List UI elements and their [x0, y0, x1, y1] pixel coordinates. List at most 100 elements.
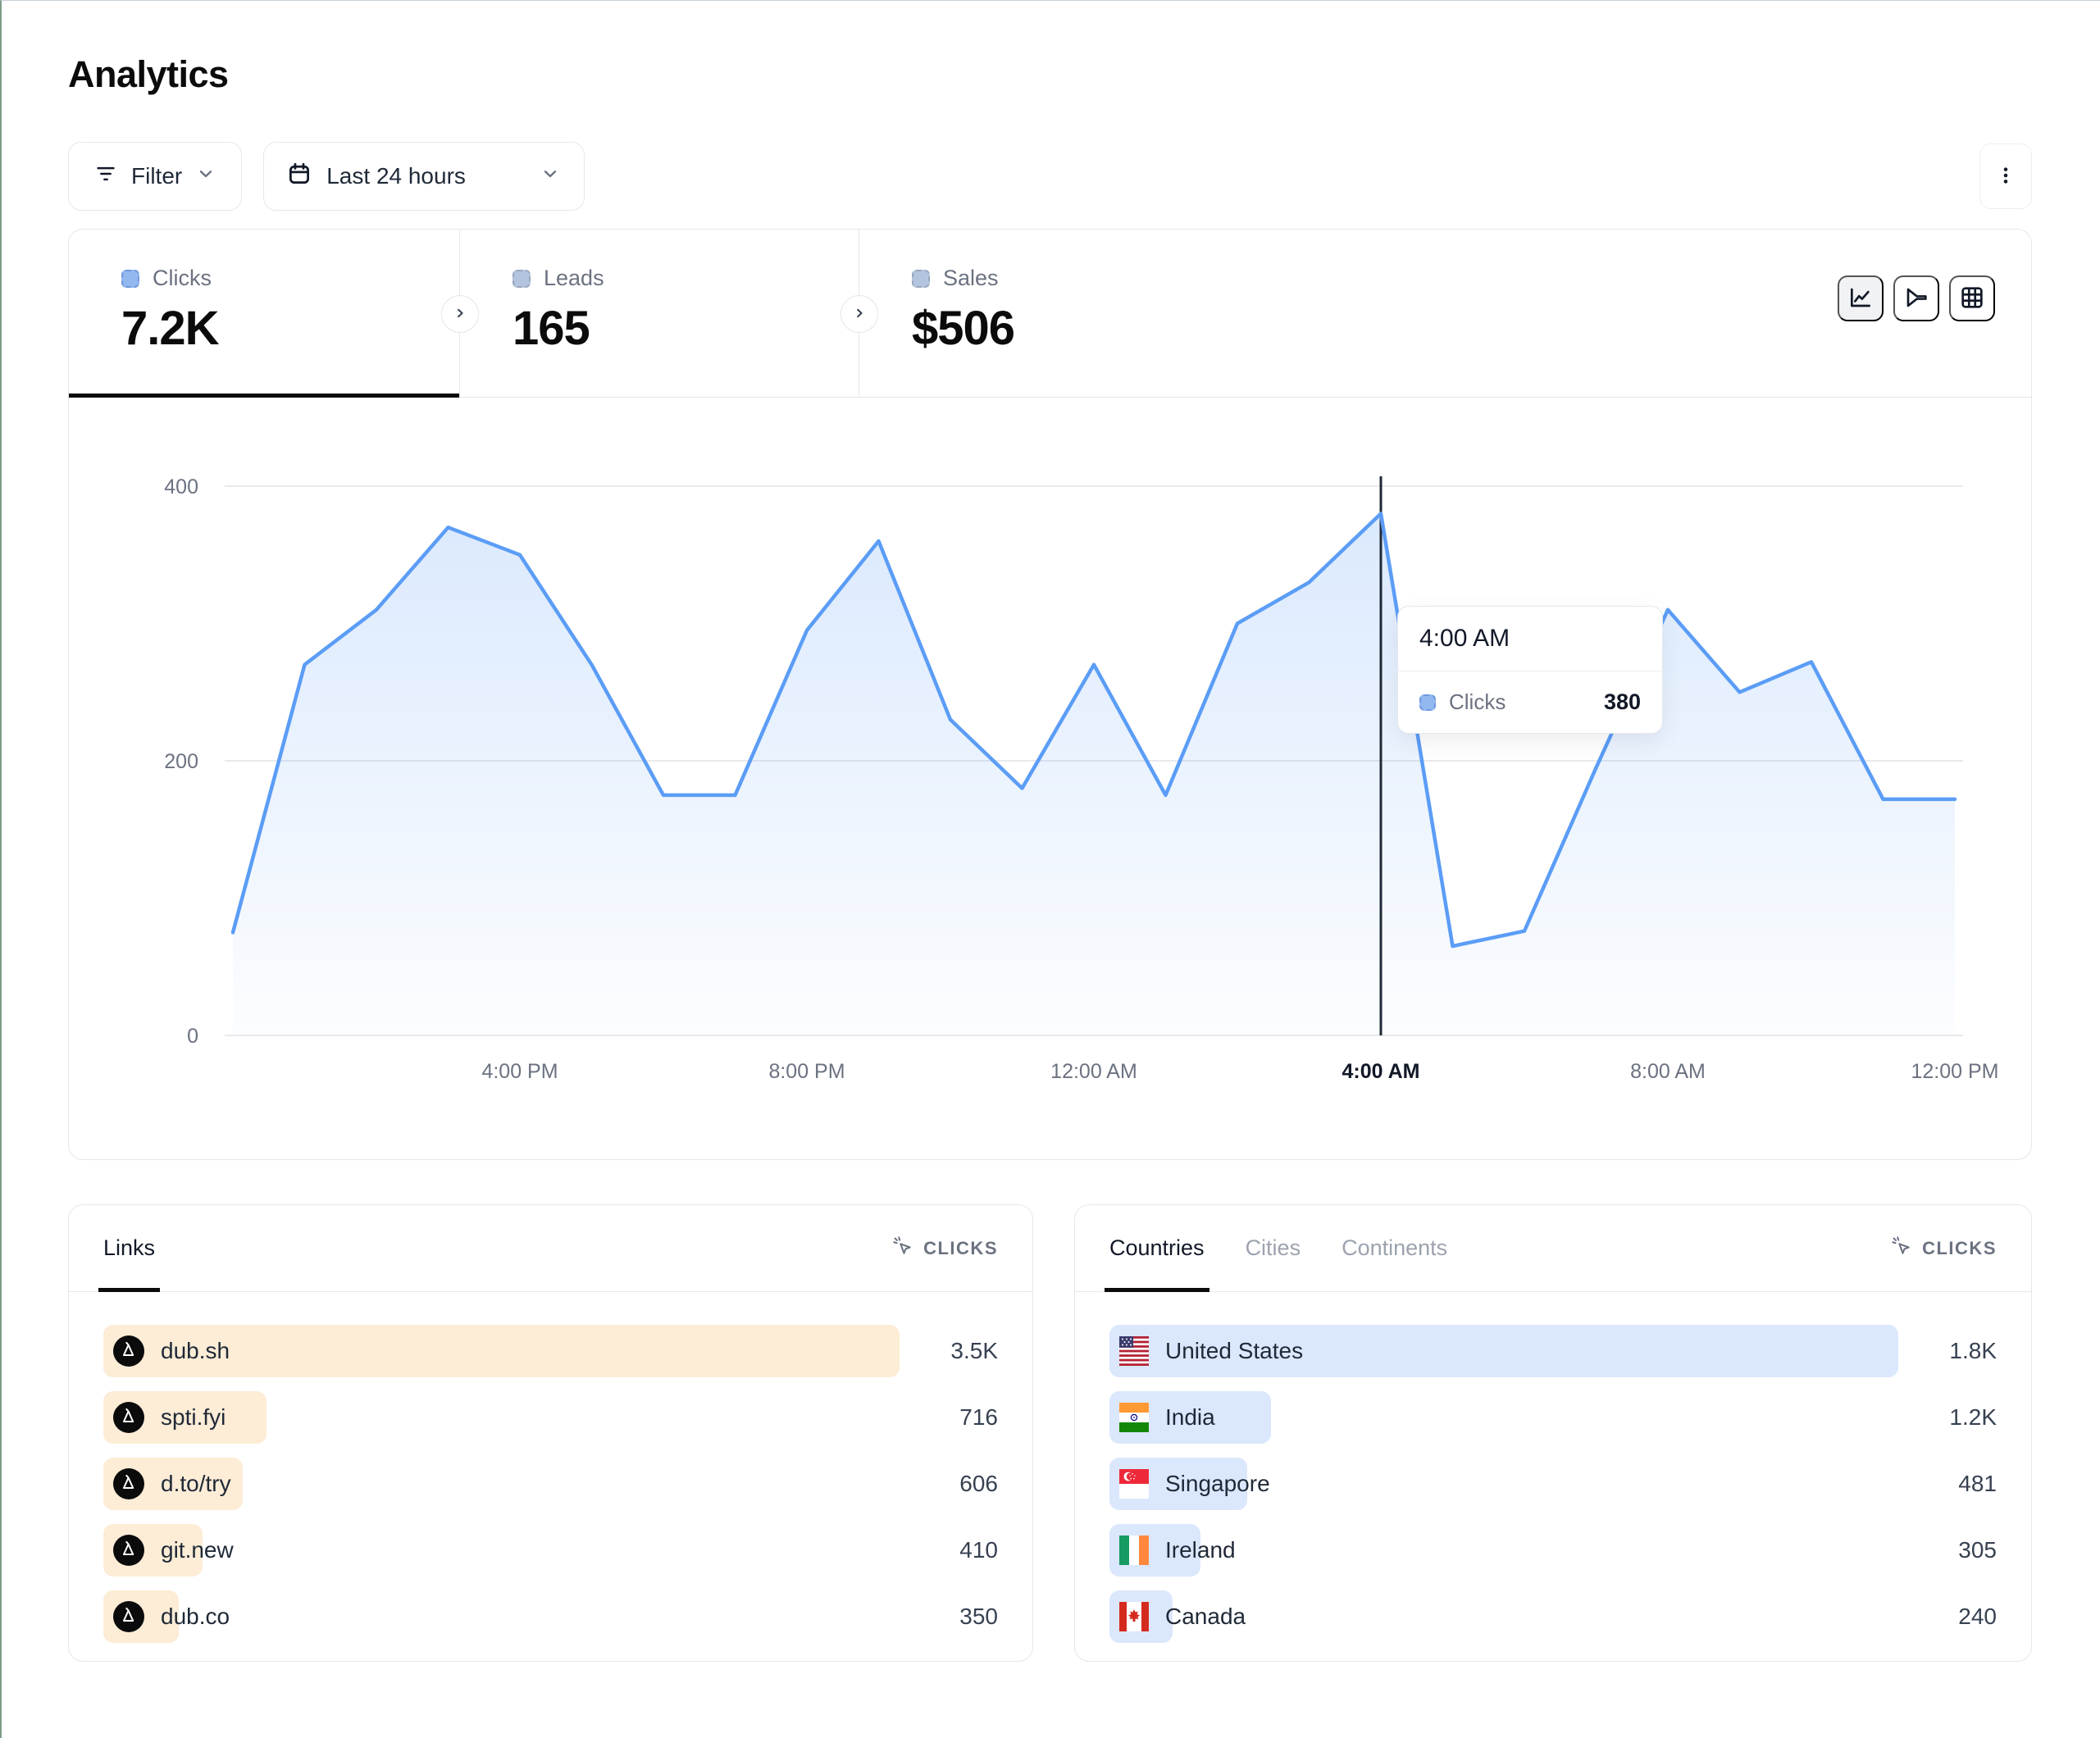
- list-item-label: Canada: [1165, 1604, 1246, 1630]
- list-item-bar-track: dub.co: [103, 1590, 900, 1643]
- dub-logo-icon: [113, 1402, 144, 1433]
- date-range-label: Last 24 hours: [326, 163, 466, 189]
- tab-links[interactable]: Links: [103, 1205, 155, 1291]
- list-item[interactable]: Singapore 481: [1109, 1458, 1997, 1510]
- list-item-value: 3.5K: [919, 1338, 998, 1364]
- svg-text:12:00 AM: 12:00 AM: [1050, 1060, 1137, 1083]
- metric-tabs: Clicks 7.2K Leads 165 Sales $506: [69, 230, 2031, 398]
- list-item[interactable]: United States1.8K: [1109, 1325, 1997, 1377]
- filter-button[interactable]: Filter: [68, 142, 242, 211]
- list-item-label: dub.sh: [161, 1338, 230, 1364]
- funnel-view-button[interactable]: [1893, 275, 1939, 321]
- list-item-value: 481: [1918, 1471, 1997, 1497]
- tab-countries[interactable]: Countries: [1109, 1205, 1205, 1291]
- links-list: dub.sh 3.5K spti.fyi 716 d.to/try 606 git.new 4…: [69, 1292, 1032, 1643]
- list-item-label: Ireland: [1165, 1537, 1236, 1563]
- list-item-value: 305: [1918, 1537, 1997, 1563]
- list-item-label: dub.co: [161, 1604, 230, 1630]
- chevron-right-icon: [850, 304, 868, 325]
- analytics-page: Analytics Filter Last 24 hours: [2, 1, 2100, 1662]
- tab-cities[interactable]: Cities: [1246, 1205, 1301, 1291]
- metric-label: Clicks: [153, 266, 212, 291]
- countries-panel-header: Countries Cities Continents: [1075, 1205, 2031, 1292]
- list-item-bar-track: Singapore: [1109, 1458, 1898, 1510]
- more-options-button[interactable]: [1979, 143, 2032, 209]
- countries-panel: Countries Cities Continents: [1074, 1204, 2032, 1662]
- sales-swatch-icon: [912, 270, 930, 288]
- list-item-bar-track: Canada: [1109, 1590, 1898, 1643]
- analytics-chart-card: Clicks 7.2K Leads 165 Sales $506: [68, 229, 2032, 1160]
- metric-label: Leads: [544, 266, 604, 291]
- dub-logo-icon: [113, 1468, 144, 1499]
- dub-logo-icon: [113, 1535, 144, 1566]
- links-metric-header[interactable]: CLICKS: [892, 1235, 998, 1262]
- list-item-value: 716: [919, 1404, 998, 1431]
- svg-text:0: 0: [187, 1025, 198, 1048]
- list-item[interactable]: Canada240: [1109, 1590, 1997, 1643]
- list-item[interactable]: d.to/try 606: [103, 1458, 998, 1510]
- tab-label: Continents: [1342, 1235, 1447, 1261]
- in-flag-icon: [1119, 1403, 1149, 1432]
- funnel-right-icon: [1903, 284, 1929, 313]
- list-item-bar-track: dub.sh: [103, 1325, 900, 1377]
- list-item-value: 410: [919, 1537, 998, 1563]
- list-item-bar-track: Ireland: [1109, 1524, 1898, 1576]
- tab-leads[interactable]: Leads 165: [460, 230, 859, 397]
- leads-swatch-icon: [512, 270, 531, 288]
- list-item[interactable]: spti.fyi 716: [103, 1391, 998, 1444]
- list-item-label: Singapore: [1165, 1471, 1270, 1497]
- list-item[interactable]: git.new 410: [103, 1524, 998, 1576]
- list-item-value: 1.2K: [1918, 1404, 1997, 1431]
- tab-label: Cities: [1246, 1235, 1301, 1261]
- filter-icon: [93, 162, 118, 192]
- metric-header-label: CLICKS: [923, 1238, 998, 1259]
- svg-text:200: 200: [164, 750, 198, 773]
- grid-table-icon: [1959, 284, 1985, 313]
- list-item[interactable]: Ireland 305: [1109, 1524, 1997, 1576]
- chart-view-toggles: [1838, 275, 1995, 321]
- table-view-button[interactable]: [1949, 275, 1995, 321]
- clicks-area-chart[interactable]: 0 200 400 4:00 PM 8:00 PM 12:00 AM 4:00 AM 8:00…: [102, 445, 1998, 1101]
- tab-continents[interactable]: Continents: [1342, 1205, 1447, 1291]
- tooltip-value: 380: [1604, 689, 1641, 715]
- links-panel-header: Links CLICKS: [69, 1205, 1032, 1292]
- cursor-click-icon: [1891, 1235, 1912, 1262]
- chart-canvas: 0 200 400 4:00 PM 8:00 PM 12:00 AM 4:00 AM 8:00…: [102, 445, 1988, 1101]
- svg-text:4:00 PM: 4:00 PM: [481, 1060, 558, 1083]
- next-metric-button[interactable]: [840, 295, 878, 333]
- date-range-button[interactable]: Last 24 hours: [263, 142, 585, 211]
- next-metric-button[interactable]: [441, 295, 479, 333]
- list-item-bar-track: d.to/try: [103, 1458, 900, 1510]
- calendar-icon: [287, 162, 312, 192]
- svg-text:8:00 AM: 8:00 AM: [1630, 1060, 1706, 1083]
- filter-button-label: Filter: [131, 163, 182, 189]
- list-item-value: 606: [919, 1471, 998, 1497]
- countries-list: United States1.8K India 1.2K Singapore 481 Ir…: [1075, 1292, 2031, 1643]
- chart-tooltip: 4:00 AM Clicks 380: [1397, 606, 1663, 734]
- tab-clicks[interactable]: Clicks 7.2K: [69, 230, 460, 397]
- kebab-icon: [1995, 163, 2016, 190]
- dub-logo-icon: [113, 1335, 144, 1367]
- svg-text:400: 400: [164, 475, 198, 498]
- metric-header-label: CLICKS: [1922, 1238, 1997, 1259]
- tooltip-time: 4:00 AM: [1398, 607, 1662, 671]
- cursor-click-icon: [892, 1235, 913, 1262]
- ca-flag-icon: [1119, 1602, 1149, 1631]
- list-item-label: d.to/try: [161, 1471, 231, 1497]
- list-item-label: spti.fyi: [161, 1404, 225, 1431]
- list-item[interactable]: dub.co 350: [103, 1590, 998, 1643]
- list-item-value: 350: [919, 1604, 998, 1630]
- line-chart-view-button[interactable]: [1838, 275, 1884, 321]
- countries-metric-header[interactable]: CLICKS: [1891, 1235, 1997, 1262]
- svg-text:8:00 PM: 8:00 PM: [768, 1060, 845, 1083]
- list-item[interactable]: dub.sh 3.5K: [103, 1325, 998, 1377]
- list-item[interactable]: India 1.2K: [1109, 1391, 1997, 1444]
- list-item-bar-track: git.new: [103, 1524, 900, 1576]
- leads-value: 165: [512, 301, 859, 356]
- list-item-bar-track: spti.fyi: [103, 1391, 900, 1444]
- list-item-value: 1.8K: [1918, 1338, 1997, 1364]
- list-item-label: India: [1165, 1404, 1215, 1431]
- page-title: Analytics: [68, 53, 2032, 96]
- clicks-swatch-icon: [1419, 694, 1436, 711]
- tab-label: Countries: [1109, 1235, 1205, 1261]
